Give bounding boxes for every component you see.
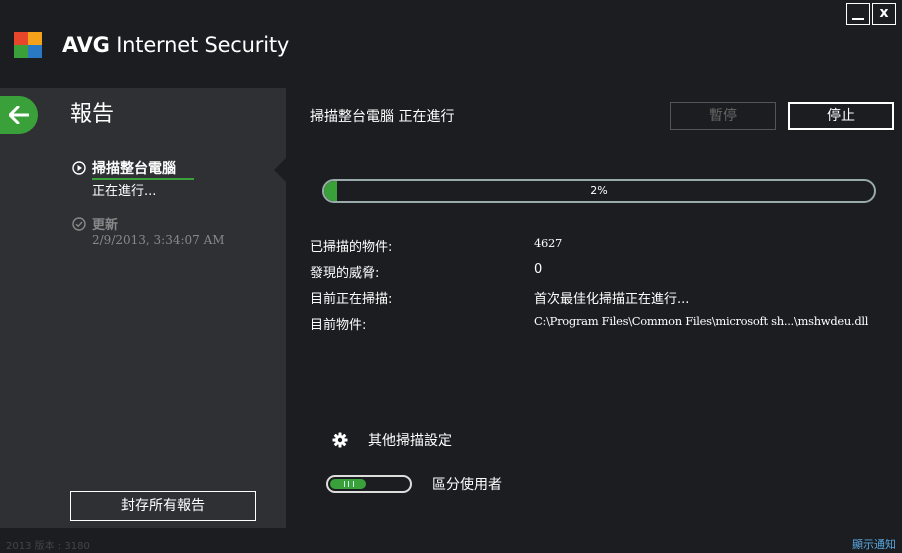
version-label: 2013 版本 : 3180	[6, 541, 90, 552]
info-key: 發現的威脅:	[310, 266, 380, 281]
active-pointer	[274, 158, 286, 182]
show-notifications-link[interactable]: 顯示通知	[852, 536, 896, 552]
info-key: 已掃描的物件:	[310, 240, 393, 255]
arrow-left-icon	[9, 106, 29, 124]
progress-percent: 2%	[590, 184, 608, 197]
additional-scan-settings-label: 其他掃描設定	[368, 433, 452, 449]
app-title: AVG Internet Security	[62, 33, 290, 57]
sidebar-item-timestamp: 2/9/2013, 3:34:07 AM	[92, 233, 225, 247]
active-underline	[92, 178, 194, 180]
archive-all-reports-button[interactable]: 封存所有報告	[70, 491, 256, 521]
distinguish-users-option: 區分使用者	[326, 474, 502, 494]
sidebar-item-status: 正在進行...	[92, 184, 157, 199]
info-value: 0	[534, 262, 543, 277]
scan-title: 掃描整台電腦 正在進行	[310, 109, 455, 125]
status-bar: 2013 版本 : 3180 顯示通知	[0, 528, 902, 553]
minimize-button[interactable]	[846, 3, 870, 25]
info-value: 4627	[534, 236, 563, 250]
additional-scan-settings[interactable]: 其他掃描設定	[332, 430, 452, 450]
toggle-knob	[330, 479, 366, 489]
current-object-path: C:\Program Files\Common Files\microsoft …	[534, 314, 869, 328]
gear-icon	[332, 432, 348, 448]
close-button[interactable]: x	[872, 3, 896, 25]
stop-button-label: 停止	[790, 104, 892, 128]
sidebar-item-label: 更新	[92, 218, 119, 233]
app-logo: AVG Internet Security	[14, 32, 289, 58]
pause-button[interactable]: 暫停	[670, 102, 776, 130]
info-key: 目前正在掃描:	[310, 292, 393, 307]
sidebar-item-full-scan[interactable]: 掃描整台電腦 正在進行...	[72, 158, 194, 199]
stop-button[interactable]: 停止	[788, 102, 894, 130]
distinguish-users-label: 區分使用者	[432, 477, 502, 493]
sidebar-item-label: 掃描整台電腦	[92, 161, 176, 177]
scan-progress-bar: 2%	[322, 179, 876, 203]
info-value: 首次最佳化掃描正在進行...	[534, 292, 690, 307]
play-circle-icon	[72, 161, 86, 175]
sidebar: 報告 掃描整台電腦 正在進行... 更新 2/9/2013, 3:34:07 A…	[0, 88, 286, 528]
back-button[interactable]	[0, 96, 38, 134]
avg-logo-icon	[14, 32, 58, 58]
main-panel: 掃描整台電腦 正在進行 暫停 停止 2% 已掃描的物件: 4627 發現的威脅:…	[286, 88, 902, 528]
page-title: 報告	[70, 102, 115, 127]
sidebar-item-update[interactable]: 更新 2/9/2013, 3:34:07 AM	[72, 214, 225, 247]
info-key: 目前物件:	[310, 318, 367, 333]
check-circle-icon	[72, 216, 86, 231]
title-bar: AVG Internet Security x	[0, 0, 902, 88]
distinguish-users-toggle[interactable]	[326, 475, 412, 493]
